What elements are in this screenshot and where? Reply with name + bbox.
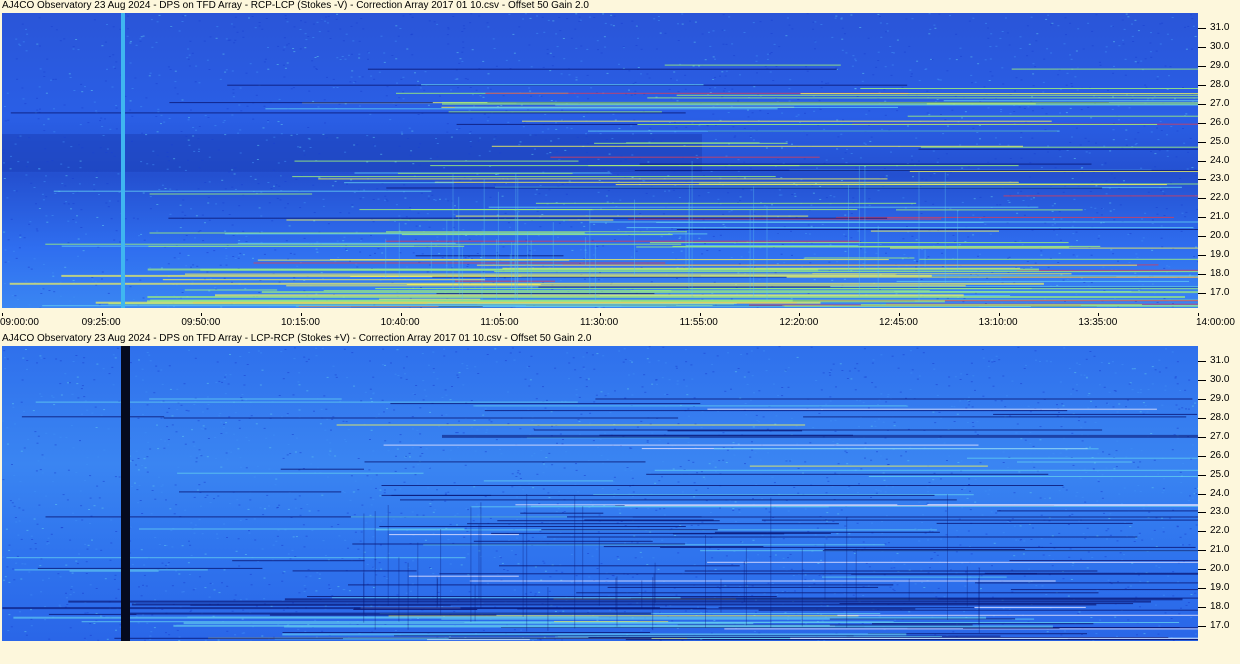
y-tick <box>1198 103 1206 105</box>
y-tick-label: 17.0 <box>1210 286 1230 298</box>
y-tick <box>1198 436 1206 438</box>
x-tick <box>600 313 601 316</box>
y-tick <box>1198 273 1206 275</box>
y-tick-label: 27.0 <box>1210 430 1230 442</box>
y-tick-label: 22.0 <box>1210 525 1230 537</box>
x-tick <box>998 313 1000 316</box>
x-tick <box>1098 313 1100 316</box>
y-tick-label: 19.0 <box>1210 582 1230 594</box>
y-tick <box>1198 28 1206 30</box>
y-tick-label: 25.0 <box>1210 135 1230 147</box>
spectrogram-top-svg <box>2 13 1198 308</box>
y-tick-label: 26.0 <box>1210 449 1230 461</box>
y-tick-label: 28.0 <box>1210 411 1230 423</box>
y-tick-label: 23.0 <box>1210 506 1230 518</box>
vertical-artifact <box>121 346 130 641</box>
panel-title-bottom: AJ4CO Observatory 23 Aug 2024 - DPS on T… <box>2 333 592 344</box>
y-axis-top: 31.0 30.0 29.0 28.0 27.0 26.0 25.0 24.0 23.0 22.0… <box>1198 13 1240 308</box>
y-tick <box>1198 512 1206 514</box>
y-tick-label: 25.0 <box>1210 468 1230 480</box>
x-tick <box>301 313 302 316</box>
y-tick <box>1198 625 1206 627</box>
x-tick-label: 11:55:00 <box>679 317 718 328</box>
y-tick-label: 20.0 <box>1210 563 1230 575</box>
x-tick <box>799 313 801 316</box>
vertical-artifact <box>121 13 125 308</box>
x-tick <box>201 313 203 316</box>
y-tick <box>1198 550 1206 552</box>
y-tick-label: 30.0 <box>1210 41 1230 53</box>
y-tick <box>1198 474 1206 476</box>
y-tick <box>1198 179 1206 181</box>
y-tick-label: 31.0 <box>1210 22 1230 34</box>
y-tick-label: 20.0 <box>1210 230 1230 242</box>
y-tick <box>1198 65 1206 67</box>
y-tick-label: 17.0 <box>1210 619 1230 631</box>
y-axis-bottom: 31.0 30.0 29.0 28.0 27.0 26.0 25.0 24.0 23.0 22.0… <box>1198 346 1240 641</box>
y-tick <box>1198 493 1206 495</box>
spectrogram-bottom <box>2 346 1198 641</box>
x-tick-label: 11:30:00 <box>580 317 619 328</box>
y-tick <box>1198 531 1206 533</box>
y-tick <box>1198 588 1206 590</box>
y-tick <box>1198 361 1206 363</box>
y-tick-label: 21.0 <box>1210 211 1230 223</box>
y-tick-label: 24.0 <box>1210 154 1230 166</box>
y-tick <box>1198 292 1206 294</box>
x-tick <box>1198 313 1199 316</box>
y-tick-label: 24.0 <box>1210 487 1230 499</box>
y-tick-label: 28.0 <box>1210 78 1230 90</box>
x-tick-label: 10:40:00 <box>380 317 420 328</box>
y-tick <box>1198 380 1206 382</box>
y-tick <box>1198 160 1206 162</box>
spectrogram-top <box>2 13 1198 308</box>
y-tick <box>1198 255 1206 257</box>
y-tick-label: 29.0 <box>1210 59 1230 71</box>
y-tick-label: 18.0 <box>1210 600 1230 612</box>
y-tick <box>1198 47 1206 49</box>
y-tick-label: 23.0 <box>1210 173 1230 185</box>
y-tick <box>1198 606 1206 608</box>
y-tick <box>1198 217 1206 219</box>
x-axis-top: 09:00:00 09:25:00 09:50:00 10:15:00 10:40:00… <box>0 313 1240 333</box>
x-tick-label: 12:45:00 <box>879 317 918 328</box>
y-tick <box>1198 455 1206 457</box>
y-tick-label: 29.0 <box>1210 392 1230 404</box>
y-tick-label: 26.0 <box>1210 116 1230 128</box>
x-tick <box>400 313 402 316</box>
y-tick-label: 27.0 <box>1210 97 1230 109</box>
x-tick-label: 11:05:00 <box>480 317 519 328</box>
y-tick <box>1198 569 1206 571</box>
y-tick-label: 22.0 <box>1210 192 1230 204</box>
y-tick <box>1198 122 1206 124</box>
x-tick <box>500 313 502 316</box>
y-tick-label: 30.0 <box>1210 374 1230 386</box>
y-tick <box>1198 198 1206 200</box>
x-tick-label: 13:10:00 <box>978 317 1018 328</box>
y-tick <box>1198 141 1206 143</box>
y-tick <box>1198 84 1206 86</box>
x-tick <box>699 313 701 316</box>
x-tick <box>899 313 900 316</box>
y-tick <box>1198 398 1206 400</box>
x-tick-label: 09:25:00 <box>81 317 121 328</box>
panel-title-top: AJ4CO Observatory 23 Aug 2024 - DPS on T… <box>2 0 589 11</box>
x-tick-label: 12:20:00 <box>779 317 819 328</box>
x-tick-label: 14:00:00 <box>1196 317 1235 328</box>
y-tick-label: 21.0 <box>1210 544 1230 556</box>
x-tick <box>2 313 3 316</box>
x-tick-label: 10:15:00 <box>281 317 320 328</box>
x-tick-label: 13:35:00 <box>1078 317 1118 328</box>
y-tick-label: 31.0 <box>1210 355 1230 367</box>
x-tick <box>101 313 103 316</box>
y-tick <box>1198 417 1206 419</box>
x-tick-label: 09:50:00 <box>181 317 221 328</box>
y-tick-label: 18.0 <box>1210 267 1230 279</box>
spectrogram-bottom-svg <box>2 346 1198 641</box>
x-tick-label: 09:00:00 <box>0 317 39 328</box>
y-tick <box>1198 236 1206 238</box>
y-tick-label: 19.0 <box>1210 249 1230 261</box>
